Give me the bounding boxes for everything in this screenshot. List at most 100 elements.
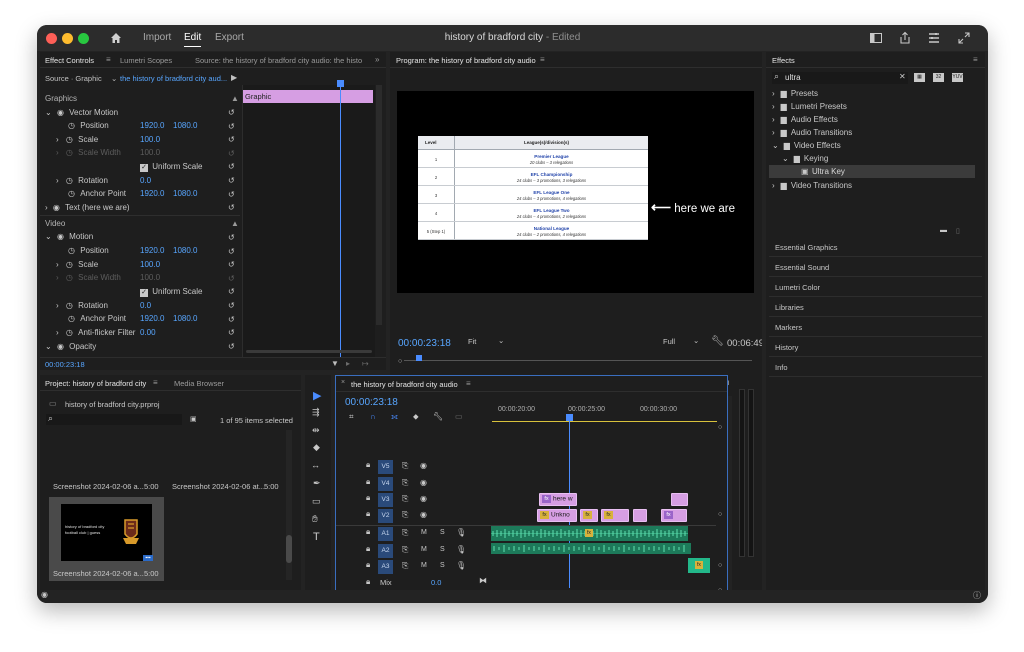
tree-item-audio-transitions[interactable]: › ▆ Audio Transitions: [772, 128, 852, 137]
razor-tool-icon[interactable]: ◆: [313, 442, 320, 453]
track-target-a3[interactable]: A3: [378, 560, 393, 574]
workspace-panel-icon[interactable]: [869, 31, 883, 45]
play-triangle-icon[interactable]: ▶: [231, 73, 237, 82]
mute-button[interactable]: M: [421, 562, 427, 569]
edit-tab[interactable]: Edit: [184, 32, 202, 47]
program-video-frame[interactable]: Level League(s)/division(s) 1 Premier Lea…: [397, 91, 754, 293]
reset-icon[interactable]: ↺: [228, 120, 238, 134]
lock-icon[interactable]: 🔒︎: [366, 544, 370, 554]
reset-icon[interactable]: ↺: [228, 299, 238, 313]
tab-sequence[interactable]: the history of bradford city audio: [351, 380, 458, 389]
panel-menu-icon[interactable]: ≡: [153, 378, 158, 387]
video-clip[interactable]: fx: [601, 509, 629, 522]
expand-chevron-icon[interactable]: ›: [56, 176, 59, 185]
tab-program[interactable]: Program: the history of bradford city au…: [396, 56, 536, 65]
fullscreen-icon[interactable]: [957, 31, 971, 45]
eye-icon[interactable]: ◉: [57, 232, 64, 241]
new-bin-icon[interactable]: ▬: [940, 227, 947, 234]
zoom-handle-left[interactable]: ○: [398, 358, 402, 365]
nest-icon[interactable]: ⌗: [349, 412, 354, 422]
lock-icon[interactable]: 🔒︎: [366, 493, 370, 503]
reset-icon[interactable]: ↺: [228, 340, 238, 354]
tree-item-presets[interactable]: › ▆ Presets: [772, 89, 818, 98]
eye-icon[interactable]: ◉: [57, 342, 64, 351]
vertical-scrollbar[interactable]: [376, 85, 382, 325]
uniform-scale-checkbox[interactable]: ✓: [140, 164, 148, 172]
zoom-scrollbar[interactable]: [246, 350, 372, 353]
lock-icon[interactable]: 🔒︎: [366, 460, 370, 470]
reset-icon[interactable]: ↺: [228, 285, 238, 299]
render-status-icon[interactable]: ◉: [41, 590, 48, 599]
sync-lock-icon[interactable]: ⎘: [402, 528, 408, 538]
clip-here-we-are[interactable]: fx here w: [539, 493, 577, 506]
project-search-field[interactable]: ⌕: [46, 413, 182, 425]
type-tool-icon[interactable]: T: [313, 531, 320, 543]
tab-media-browser[interactable]: Media Browser: [174, 379, 224, 388]
source-selector[interactable]: Source · Graphic ⌄ the history of bradfo…: [45, 74, 240, 86]
panel-menu-icon[interactable]: ≡: [466, 379, 471, 388]
captions-icon[interactable]: ▭: [455, 412, 463, 421]
mix-value[interactable]: 0.0: [431, 578, 441, 587]
expand-chevron-icon[interactable]: ›: [56, 135, 59, 144]
stopwatch-icon[interactable]: ◷: [68, 314, 75, 323]
section-libraries[interactable]: Libraries: [769, 298, 982, 317]
stopwatch-icon[interactable]: ◷: [66, 328, 73, 337]
tab-source[interactable]: Source: the history of bradford city aud…: [195, 56, 362, 65]
timeline-playhead-head[interactable]: [566, 414, 573, 421]
accelerated-effects-icon[interactable]: ▦: [914, 73, 925, 82]
tab-lumetri-scopes[interactable]: Lumetri Scopes: [120, 56, 172, 65]
scale-value[interactable]: 100.0: [140, 135, 160, 144]
media-item-name[interactable]: Screenshot 2024-02-06 at...: [172, 482, 265, 491]
reset-icon[interactable]: ↺: [228, 245, 238, 259]
track-target-v5[interactable]: V5: [378, 460, 393, 474]
scale-value[interactable]: 100.0: [140, 260, 160, 269]
expand-chevron-icon[interactable]: ›: [56, 260, 59, 269]
reset-icon[interactable]: ↺: [228, 106, 238, 120]
eye-icon[interactable]: ◉: [420, 478, 427, 487]
reset-icon[interactable]: ↺: [228, 313, 238, 327]
tab-effects[interactable]: Effects: [772, 56, 795, 65]
eye-icon[interactable]: ◉: [53, 203, 60, 212]
section-markers[interactable]: Markers: [769, 318, 982, 337]
eye-icon[interactable]: ◉: [420, 510, 427, 519]
eye-icon[interactable]: ◉: [420, 494, 427, 503]
scroll-handle-mid[interactable]: ○: [718, 511, 722, 518]
home-icon[interactable]: [109, 31, 123, 45]
timeline-timecode[interactable]: 00:00:23:18: [345, 397, 398, 408]
stopwatch-icon[interactable]: ◷: [66, 135, 73, 144]
progress-icon[interactable]: [927, 31, 941, 45]
vector-motion-row[interactable]: ⌄ ◉ Vector Motion: [45, 108, 118, 117]
track-target-a1[interactable]: A1: [378, 527, 393, 541]
position-y-value[interactable]: 1080.0: [173, 121, 197, 130]
program-timecode[interactable]: 00:00:23:18: [398, 338, 451, 349]
share-icon[interactable]: [898, 31, 912, 45]
track-target-v2[interactable]: V2: [378, 509, 393, 523]
tree-item-audio-effects[interactable]: › ▆ Audio Effects: [772, 115, 838, 124]
effects-search-input[interactable]: ultra: [785, 73, 801, 82]
position-x-value[interactable]: 1920.0: [140, 246, 164, 255]
reset-icon[interactable]: ↺: [228, 326, 238, 340]
trash-icon[interactable]: ▯: [956, 227, 960, 235]
reset-icon[interactable]: ↺: [228, 160, 238, 174]
anchor-y-value[interactable]: 1080.0: [173, 189, 197, 198]
close-tab-icon[interactable]: ×: [341, 379, 345, 386]
timeline-ruler[interactable]: 00:00:20:00 00:00:25:00 00:00:30:00: [492, 404, 717, 424]
hand-tool-icon[interactable]: ✋︎: [312, 514, 318, 525]
selection-tool-icon[interactable]: ▶: [313, 389, 321, 402]
settings-wrench-icon[interactable]: 🔧︎: [433, 412, 443, 421]
sync-lock-icon[interactable]: ⎘: [402, 510, 408, 520]
import-tab[interactable]: Import: [143, 32, 171, 43]
stopwatch-icon[interactable]: ◷: [66, 260, 73, 269]
stopwatch-icon[interactable]: ◷: [66, 301, 73, 310]
new-search-bin-icon[interactable]: ▣: [190, 415, 197, 423]
tree-item-video-transitions[interactable]: › ▆ Video Transitions: [772, 181, 852, 190]
more-tabs-icon[interactable]: »: [375, 55, 379, 64]
linked-selection-icon[interactable]: ⟗: [391, 412, 398, 422]
reset-icon[interactable]: ↺: [228, 133, 238, 147]
section-essential-sound[interactable]: Essential Sound: [769, 258, 982, 277]
clip-unknown[interactable]: fx Unkno: [537, 509, 577, 522]
tree-item-keying[interactable]: ⌄ ▆ Keying: [782, 154, 828, 163]
audio-clip-a2[interactable]: [491, 543, 691, 554]
microphone-icon[interactable]: 🎙︎: [456, 545, 466, 554]
opacity-row[interactable]: ⌄ ◉ Opacity: [45, 342, 96, 351]
